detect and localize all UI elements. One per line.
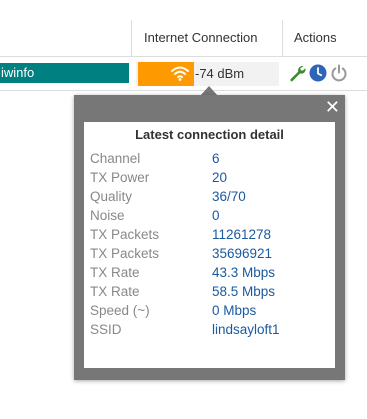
detail-value: 43.3 Mbps [212,265,276,280]
detail-label: TX Packets [90,246,160,261]
wrench-icon[interactable] [288,64,306,82]
detail-label: SSID [90,322,122,337]
detail-row-speed: Speed (~) 0 Mbps [90,301,330,320]
detail-value: 20 [212,170,228,185]
detail-value: 11261278 [212,227,272,242]
header-actions: Actions [294,30,337,45]
clock-icon[interactable] [309,64,327,82]
detail-list: Channel 6 TX Power 20 Quality 36/70 Nois… [90,149,330,339]
detail-label: TX Packets [90,227,160,242]
detail-row-tx-rate-2: TX Rate 58.5 Mbps [90,282,330,301]
column-divider [282,20,283,56]
popup-title: Latest connection detail [135,127,284,142]
detail-label: Speed (~) [90,303,150,318]
detail-label: Quality [90,189,133,204]
detail-value: lindsayloft1 [212,322,280,337]
wifi-icon [171,66,189,81]
detail-label: TX Power [90,170,150,185]
detail-label: Channel [90,151,141,166]
detail-row-tx-packets-2: TX Packets 35696921 [90,244,330,263]
detail-row-quality: Quality 36/70 [90,187,330,206]
detail-value: 0 Mbps [212,303,257,318]
column-divider [131,20,132,56]
close-icon[interactable]: ✕ [325,97,340,117]
signal-value: -74 dBm [195,66,245,81]
detail-value: 35696921 [212,246,273,261]
detail-row-tx-power: TX Power 20 [90,168,330,187]
power-icon[interactable] [330,64,348,82]
detail-row-ssid: SSID lindsayloft1 [90,320,330,339]
detail-label: Noise [90,208,125,223]
detail-label: TX Rate [90,284,140,299]
detail-value: 36/70 [212,189,246,204]
detail-row-channel: Channel 6 [90,149,330,168]
detail-label: TX Rate [90,265,140,280]
popup-body: Latest connection detail Channel 6 TX Po… [84,122,335,368]
detail-value: 6 [212,151,220,166]
detail-value: 0 [212,208,220,223]
detail-row-tx-packets: TX Packets 11261278 [90,225,330,244]
table-header-row: Internet Connection Actions [0,20,367,57]
detail-row-noise: Noise 0 [90,206,330,225]
signal-cell[interactable]: -74 dBm [136,62,279,86]
connection-detail-popup: ✕ Latest connection detail Channel 6 TX … [74,95,345,380]
table-row: iwinfo -74 dBm [0,57,367,91]
interface-name: iwinfo [0,63,129,83]
detail-value: 58.5 Mbps [212,284,276,299]
header-internet-connection: Internet Connection [144,30,258,45]
detail-row-tx-rate: TX Rate 43.3 Mbps [90,263,330,282]
signal-strength-bar [138,62,194,86]
